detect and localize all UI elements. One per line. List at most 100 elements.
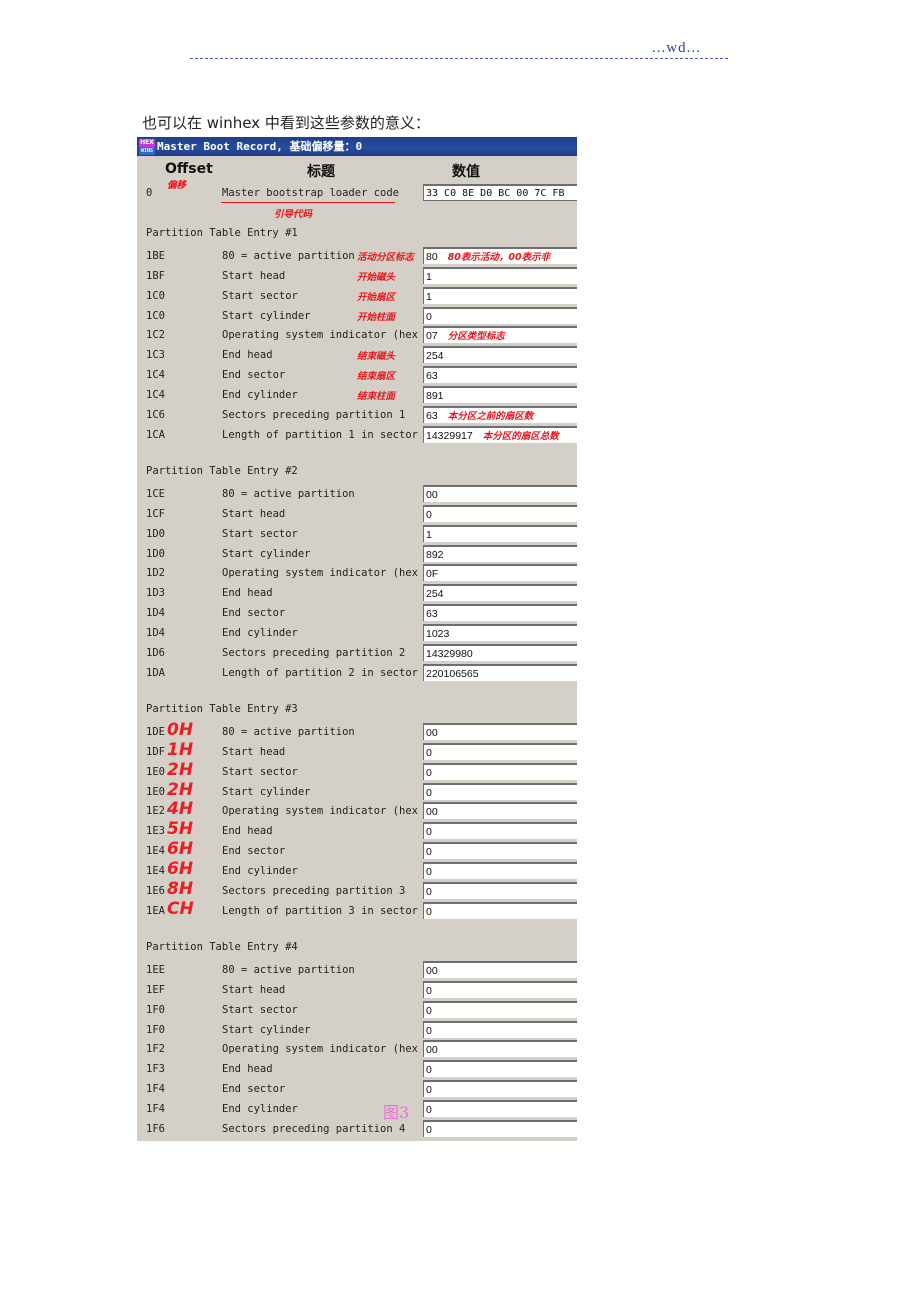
value-field[interactable]: 254 [423, 584, 577, 602]
partition-entry-title: Partition Table Entry #3 [146, 703, 298, 715]
value-field[interactable]: 0 [423, 762, 577, 780]
table-row: 1C0 Start cylinder 开始柱面 0 [137, 306, 577, 327]
row-offset: 1F2 [146, 1043, 165, 1056]
row-label: Start head [222, 745, 286, 758]
value-field[interactable]: 00 [423, 1040, 577, 1058]
value-field[interactable]: 07 分区类型标志 [423, 326, 577, 344]
table-row: 1E4 6H End cylinder 0 [137, 859, 577, 882]
value-field[interactable]: 63 [423, 366, 577, 384]
value-field[interactable]: 0 [423, 861, 577, 879]
value-field[interactable]: 00 [423, 485, 577, 502]
value-field[interactable]: 1 [423, 266, 577, 284]
value-field[interactable]: 0 [423, 881, 577, 899]
row-label: Sectors preceding partition 4 [222, 1122, 406, 1135]
row-label: Start cylinder [222, 785, 311, 798]
value-field[interactable]: 0 [423, 1099, 577, 1117]
value-field[interactable]: 0 [423, 1020, 577, 1038]
value-field[interactable]: 0 [423, 306, 577, 324]
value-field[interactable]: 0 [423, 742, 577, 760]
value-field[interactable]: 0 [423, 980, 577, 998]
boot-code-value[interactable] [423, 184, 577, 201]
value-field[interactable]: 0 [423, 822, 577, 840]
table-row: 1E2 4H Operating system indicator (hex 00 [137, 799, 577, 822]
row-label: 80 = active partition [222, 250, 355, 262]
field-annotation: 开始柱面 [357, 311, 396, 323]
value-field[interactable]: 0 [423, 504, 577, 522]
field-value: 0 [426, 885, 432, 898]
value-field[interactable]: 0 [423, 901, 577, 919]
table-row: 1CA Length of partition 1 in sector 143299… [137, 425, 577, 446]
value-field[interactable]: 254 [423, 346, 577, 364]
row-offset: 0 [146, 187, 153, 199]
value-field[interactable]: 80 80表示活动，00表示非 [423, 247, 577, 264]
table-row: 1D6 Sectors preceding partition 2 14329980 [137, 643, 577, 664]
value-field[interactable]: 63 本分区之前的扇区数 [423, 405, 577, 423]
window-title: Master Boot Record, 基础偏移量：0 [157, 140, 363, 153]
winhex-icon: HEX WINS [139, 138, 155, 155]
row-label: End head [222, 349, 273, 362]
value-field[interactable]: 0 [423, 842, 577, 860]
value-field[interactable]: 00 [423, 723, 577, 740]
field-value: 0 [426, 1024, 432, 1037]
field-value: 0 [426, 746, 432, 759]
field-value: 892 [426, 548, 444, 561]
field-value: 254 [426, 588, 444, 601]
field-annotation: 结束磁头 [357, 351, 396, 363]
table-row: 1E0 2H Start sector 0 [137, 760, 577, 783]
value-field[interactable]: 0 [423, 1000, 577, 1018]
value-field[interactable]: 1 [423, 286, 577, 304]
value-field[interactable]: 0 [423, 1119, 577, 1137]
row-label: Start cylinder [222, 547, 311, 560]
field-value: 0 [426, 1084, 432, 1097]
row-offset: 1E0 [146, 785, 165, 798]
value-field[interactable]: 0 [423, 782, 577, 800]
row-offset: 1CA [146, 428, 165, 441]
value-field[interactable]: 63 [423, 604, 577, 622]
table-row: 1E3 5H End head 0 [137, 819, 577, 842]
value-field[interactable]: 220106565 [423, 663, 577, 681]
value-field[interactable]: 1023 [423, 623, 577, 641]
value-field[interactable]: 14329917 本分区的扇区总数 [423, 425, 577, 443]
relative-offset-annotation: 5H [167, 819, 194, 840]
column-header-title: 标题 [307, 164, 335, 180]
table-row: 1F0 Start cylinder 0 [137, 1020, 577, 1041]
table-row: 1E4 6H End sector 0 [137, 839, 577, 862]
row-offset: 1EF [146, 983, 165, 996]
row-label: End head [222, 1063, 273, 1076]
relative-offset-annotation: 8H [167, 878, 194, 899]
row-label: Sectors preceding partition 3 [222, 884, 406, 897]
value-field[interactable]: 14329980 [423, 643, 577, 661]
row-offset: 1C2 [146, 329, 165, 342]
field-value: 00 [426, 727, 438, 739]
row-offset: 1F3 [146, 1063, 165, 1076]
row-label: End sector [222, 845, 286, 858]
table-row: 1F4 End cylinder 0 [137, 1099, 577, 1120]
field-value: 0 [426, 984, 432, 997]
table-row: 1DF 1H Start head 0 [137, 740, 577, 763]
annotation-boot-code: 引导代码 [274, 209, 313, 220]
value-field[interactable]: 0 [423, 1080, 577, 1098]
row-offset: 1DF [146, 745, 165, 758]
table-row: 1F6 Sectors preceding partition 4 0 [137, 1119, 577, 1140]
table-row: 1C2 Operating system indicator (hex 07 分区类型… [137, 326, 577, 346]
table-row: 1BF Start head 开始磁头 1 [137, 266, 577, 287]
field-value: 0 [426, 508, 432, 521]
value-field[interactable]: 0F [423, 564, 577, 582]
field-annotation: 结束扇区 [357, 371, 396, 383]
value-field[interactable]: 1 [423, 524, 577, 542]
row-offset: 1D6 [146, 646, 165, 659]
value-field[interactable]: 891 [423, 385, 577, 403]
value-field[interactable]: 00 [423, 802, 577, 820]
table-row: 1F2 Operating system indicator (hex 00 [137, 1040, 577, 1060]
row-offset: 1D3 [146, 587, 165, 600]
row-offset: 1C6 [146, 408, 165, 421]
field-value: 0 [426, 905, 432, 918]
value-annotation: 分区类型标志 [447, 331, 505, 343]
field-value: 0 [426, 310, 432, 323]
field-value: 254 [426, 350, 444, 363]
value-field[interactable]: 892 [423, 544, 577, 562]
row-label: Start sector [222, 1003, 298, 1016]
value-field[interactable]: 00 [423, 961, 577, 978]
value-field[interactable]: 0 [423, 1060, 577, 1078]
field-value: 0 [426, 786, 432, 799]
